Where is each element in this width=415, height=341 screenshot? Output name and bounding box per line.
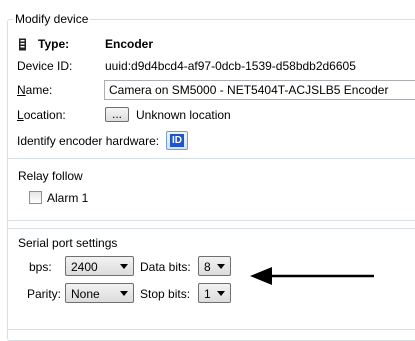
location-label: Location:	[17, 108, 66, 122]
device-id-value: uuid:d9d4bcd4-af97-0dcb-1539-d58bdb2d660…	[105, 59, 356, 73]
device-id-label: Device ID:	[17, 59, 73, 73]
encoder-icon	[18, 38, 28, 51]
serial-port-title: Serial port settings	[18, 236, 118, 250]
relay-follow-groupbox	[7, 158, 415, 221]
parity-label: Parity:	[27, 287, 62, 301]
identify-label: Identify encoder hardware:	[17, 134, 160, 148]
alarm-1-label: Alarm 1	[47, 191, 89, 205]
data-bits-value: 8	[204, 260, 211, 274]
modify-device-title: Modify device	[13, 12, 91, 26]
bps-label: bps:	[29, 260, 52, 274]
browse-location-button[interactable]: ...	[105, 107, 129, 122]
arrow-left-icon	[248, 264, 376, 288]
name-label-rest: ame:	[25, 83, 53, 97]
name-label: Name:	[17, 83, 52, 97]
chevron-down-icon	[217, 264, 225, 269]
parity-value: None	[71, 287, 100, 301]
stop-bits-label: Stop bits:	[140, 287, 191, 301]
id-icon: ID	[170, 134, 184, 147]
chevron-down-icon	[120, 264, 128, 269]
type-label: Type:	[38, 37, 70, 51]
relay-follow-title: Relay follow	[18, 169, 83, 183]
parity-select[interactable]: None	[65, 283, 134, 303]
name-label-mnemonic: N	[17, 83, 26, 97]
bps-select[interactable]: 2400	[65, 256, 134, 276]
data-bits-label: Data bits:	[140, 260, 191, 274]
stop-bits-value: 1	[204, 287, 211, 301]
location-value: Unknown location	[136, 108, 231, 122]
stop-bits-select[interactable]: 1	[198, 283, 231, 303]
bps-value: 2400	[71, 260, 98, 274]
data-bits-select[interactable]: 8	[198, 256, 231, 276]
name-field[interactable]: Camera on SM5000 - NET5404T-ACJSLB5 Enco…	[104, 80, 415, 100]
location-label-rest: ocation:	[23, 108, 66, 122]
type-value: Encoder	[105, 37, 154, 51]
chevron-down-icon	[120, 291, 128, 296]
chevron-down-icon	[217, 291, 225, 296]
location-label-mnemonic: L	[17, 108, 24, 122]
identify-id-button[interactable]: ID	[166, 131, 188, 150]
alarm-1-checkbox[interactable]	[29, 191, 42, 204]
